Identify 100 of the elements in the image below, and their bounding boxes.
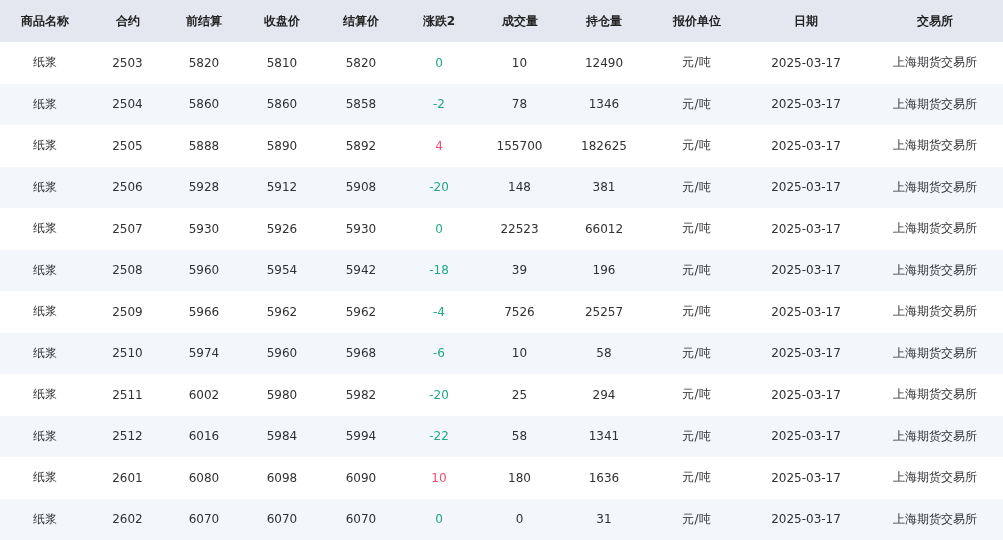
table-cell: 2025-03-17 — [746, 291, 866, 333]
table-cell: 5954 — [242, 249, 322, 291]
table-cell: 2025-03-17 — [746, 498, 866, 540]
table-cell: 上海期货交易所 — [866, 457, 1003, 499]
table-cell: 5984 — [242, 415, 322, 457]
table-cell: 5994 — [322, 415, 400, 457]
table-cell: 2507 — [89, 208, 166, 250]
table-cell: 2602 — [89, 498, 166, 540]
table-cell: 2508 — [89, 249, 166, 291]
table-cell: 纸浆 — [0, 208, 89, 250]
table-cell: 0 — [400, 208, 478, 250]
table-cell: 上海期货交易所 — [866, 291, 1003, 333]
table-cell: 5810 — [242, 42, 322, 84]
table-cell: 上海期货交易所 — [866, 415, 1003, 457]
table-cell: 148 — [478, 166, 561, 208]
table-cell: 5820 — [322, 42, 400, 84]
table-cell: 2025-03-17 — [746, 415, 866, 457]
column-header: 合约 — [89, 0, 166, 42]
table-cell: 2025-03-17 — [746, 42, 866, 84]
table-cell: 纸浆 — [0, 166, 89, 208]
table-cell: 5974 — [166, 332, 242, 374]
table-cell: 5858 — [322, 83, 400, 125]
table-cell: 元/吨 — [647, 415, 746, 457]
table-cell: -20 — [400, 374, 478, 416]
table-cell: 1636 — [561, 457, 647, 499]
table-cell: 25 — [478, 374, 561, 416]
table-cell: -2 — [400, 83, 478, 125]
table-cell: 元/吨 — [647, 498, 746, 540]
table-cell: 元/吨 — [647, 332, 746, 374]
table-cell: 纸浆 — [0, 498, 89, 540]
table-cell: 0 — [478, 498, 561, 540]
table-cell: 上海期货交易所 — [866, 498, 1003, 540]
table-cell: 6070 — [242, 498, 322, 540]
table-cell: 元/吨 — [647, 125, 746, 167]
table-cell: 0 — [400, 498, 478, 540]
table-cell: 2025-03-17 — [746, 83, 866, 125]
table-cell: 上海期货交易所 — [866, 125, 1003, 167]
table-cell: 5912 — [242, 166, 322, 208]
table-cell: 元/吨 — [647, 291, 746, 333]
table-cell: 155700 — [478, 125, 561, 167]
table-cell: 22523 — [478, 208, 561, 250]
table-cell: 纸浆 — [0, 415, 89, 457]
table-cell: 5982 — [322, 374, 400, 416]
table-cell: 58 — [561, 332, 647, 374]
table-cell: 12490 — [561, 42, 647, 84]
table-cell: 6080 — [166, 457, 242, 499]
table-cell: 182625 — [561, 125, 647, 167]
table-cell: -18 — [400, 249, 478, 291]
column-header: 前结算 — [166, 0, 242, 42]
table-cell: 2601 — [89, 457, 166, 499]
table-cell: 180 — [478, 457, 561, 499]
table-cell: 元/吨 — [647, 166, 746, 208]
table-cell: 5968 — [322, 332, 400, 374]
column-header: 成交量 — [478, 0, 561, 42]
table-cell: 381 — [561, 166, 647, 208]
column-header: 交易所 — [866, 0, 1003, 42]
table-cell: 2025-03-17 — [746, 249, 866, 291]
table-cell: 6070 — [166, 498, 242, 540]
table-cell: 上海期货交易所 — [866, 249, 1003, 291]
table-cell: 2025-03-17 — [746, 457, 866, 499]
table-cell: 2503 — [89, 42, 166, 84]
table-cell: -4 — [400, 291, 478, 333]
table-cell: 元/吨 — [647, 374, 746, 416]
table-cell: 上海期货交易所 — [866, 374, 1003, 416]
table-cell: 2025-03-17 — [746, 374, 866, 416]
table-cell: 5860 — [166, 83, 242, 125]
table-cell: 2025-03-17 — [746, 166, 866, 208]
table-cell: 5930 — [322, 208, 400, 250]
table-cell: 1341 — [561, 415, 647, 457]
table-cell: 上海期货交易所 — [866, 208, 1003, 250]
table-cell: 5892 — [322, 125, 400, 167]
column-header: 商品名称 — [0, 0, 89, 42]
table-cell: 66012 — [561, 208, 647, 250]
table-cell: 2025-03-17 — [746, 125, 866, 167]
table-cell: 1346 — [561, 83, 647, 125]
table-cell: 元/吨 — [647, 457, 746, 499]
table-cell: 2504 — [89, 83, 166, 125]
table-cell: 2509 — [89, 291, 166, 333]
table-cell: 5966 — [166, 291, 242, 333]
table-cell: 5960 — [242, 332, 322, 374]
table-cell: 6090 — [322, 457, 400, 499]
table-cell: 5928 — [166, 166, 242, 208]
table-cell: 2510 — [89, 332, 166, 374]
table-cell: 31 — [561, 498, 647, 540]
table-cell: 5860 — [242, 83, 322, 125]
table-cell: 5962 — [322, 291, 400, 333]
table-cell: 元/吨 — [647, 208, 746, 250]
table-cell: 58 — [478, 415, 561, 457]
table-cell: 5980 — [242, 374, 322, 416]
table-cell: 元/吨 — [647, 42, 746, 84]
table-cell: 纸浆 — [0, 125, 89, 167]
table-cell: 纸浆 — [0, 249, 89, 291]
table-cell: 78 — [478, 83, 561, 125]
table-cell: 元/吨 — [647, 83, 746, 125]
table-cell: 4 — [400, 125, 478, 167]
table-cell: 6098 — [242, 457, 322, 499]
column-header: 涨跌2 — [400, 0, 478, 42]
table-cell: 0 — [400, 42, 478, 84]
table-cell: 元/吨 — [647, 249, 746, 291]
table-cell: -6 — [400, 332, 478, 374]
